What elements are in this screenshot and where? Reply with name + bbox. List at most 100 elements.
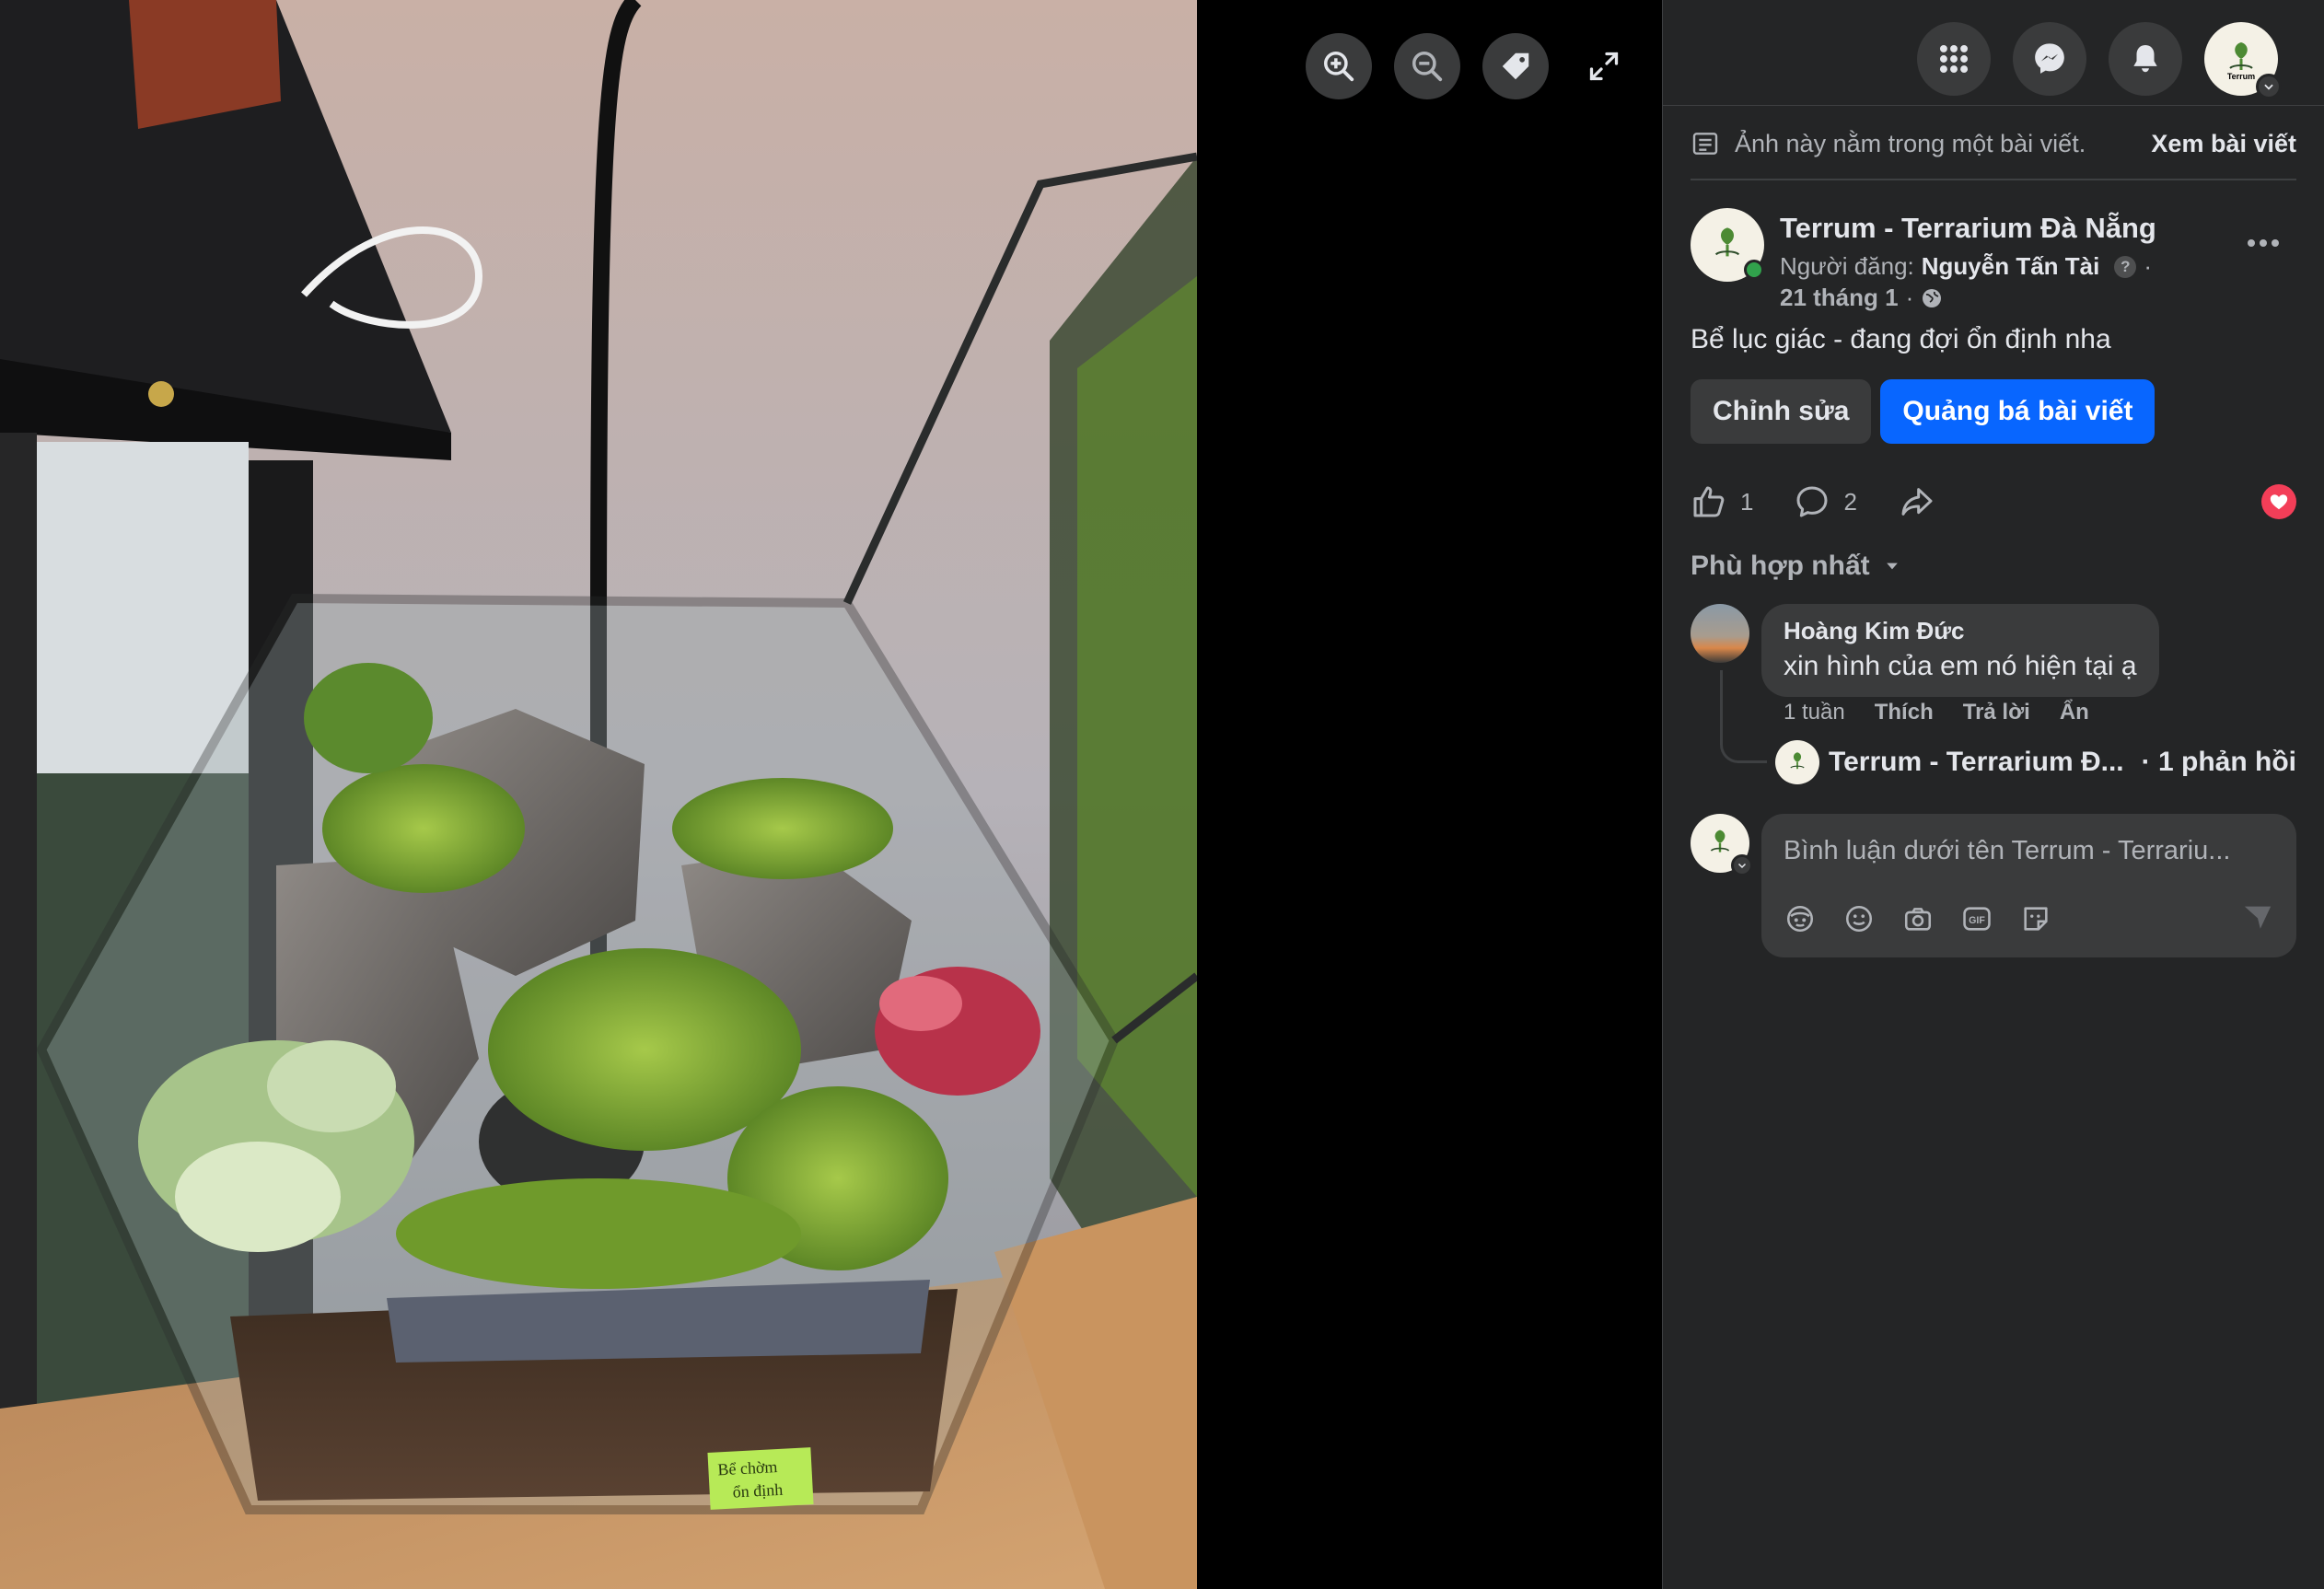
messenger-button[interactable] (2013, 22, 2086, 96)
comment-hide-action[interactable]: Ẩn (2060, 700, 2089, 725)
post-date[interactable]: 21 tháng 1 (1780, 284, 1899, 312)
svg-text:Bể chờm: Bể chờm (717, 1457, 778, 1479)
reply-thread-line (1720, 670, 1767, 763)
menu-grid-icon (1939, 44, 1969, 74)
composer-tools: GIF (1784, 902, 2052, 935)
post-header: Terrum - Terrarium Đà Nẵng Người đăng: N… (1691, 208, 2296, 312)
help-icon[interactable]: ? (2114, 255, 2137, 278)
post-notice: Ảnh này nằm trong một bài viết. Xem bài … (1691, 125, 2296, 162)
comment-count: 2 (1843, 487, 1857, 516)
comment-meta: 1 tuần Thích Trả lời Ẩn (1784, 700, 2089, 725)
comment-sort-dropdown[interactable]: Phù hợp nhất (1691, 551, 1901, 582)
reply-author-avatar (1775, 740, 1819, 784)
document-icon (1692, 133, 1718, 155)
camera-icon (1904, 908, 1932, 931)
poster-line: Người đăng: Nguyễn Tấn Tài ? · (1780, 252, 2152, 281)
post-actions: Chỉnh sửa Quảng bá bài viết (1691, 379, 2156, 444)
post-options-button[interactable] (2241, 221, 2285, 265)
view-post-link[interactable]: Xem bài viết (2151, 130, 2296, 158)
fullscreen-icon (1589, 52, 1619, 81)
boost-post-button[interactable]: Quảng bá bài viết (1880, 379, 2156, 444)
caret-down-icon (1886, 563, 1898, 570)
online-status-dot (1744, 260, 1764, 280)
thumbs-up-icon (1693, 486, 1725, 517)
poster-prefix: Người đăng: (1780, 252, 1914, 280)
chevron-down-icon (2264, 84, 2273, 90)
post-photo: Bể chờm ổn định (0, 0, 1197, 1589)
send-comment-button[interactable] (2239, 899, 2276, 935)
account-avatar[interactable]: Terrum (2204, 22, 2282, 99)
svg-text:ổn định: ổn định (732, 1480, 783, 1502)
photo-backdrop (1197, 0, 1662, 1589)
notifications-button[interactable] (2109, 22, 2182, 96)
emoji-icon (1845, 905, 1873, 933)
tag-icon (1502, 52, 1529, 80)
notice-text: Ảnh này nằm trong một bài viết. (1735, 129, 2086, 157)
reaction-bar: 1 2 (1691, 479, 2296, 525)
reply-count: · 1 phản hồi (2141, 747, 2296, 777)
top-navigation-icons: Terrum (1917, 22, 2282, 99)
zoom-in-button[interactable] (1306, 33, 1372, 99)
photo-upload-button[interactable] (1901, 902, 1935, 935)
fullscreen-button[interactable] (1571, 33, 1637, 99)
gif-icon: GIF (1963, 907, 1991, 931)
post-date-line: 21 tháng 1 · (1780, 284, 1943, 312)
poster-suffix: · (2144, 252, 2153, 280)
gif-button[interactable]: GIF (1960, 902, 1993, 935)
comment-composer: GIF (1691, 814, 2296, 961)
comment-time[interactable]: 1 tuần (1784, 700, 1845, 725)
share-button[interactable] (1898, 483, 1936, 520)
comment-input[interactable] (1761, 821, 2296, 880)
comment-like-action[interactable]: Thích (1875, 700, 1934, 725)
post-sidebar: Terrum Ảnh này nằm trong một bài viết. X… (1662, 0, 2324, 1589)
more-dots-icon (2248, 239, 2279, 247)
edit-post-button[interactable]: Chỉnh sửa (1691, 379, 1872, 444)
photo-viewer-toolbar (1306, 33, 1637, 99)
menu-button[interactable] (1917, 22, 1991, 96)
sticker-button[interactable] (2019, 902, 2052, 935)
date-separator: · (1905, 284, 1914, 311)
send-icon (2244, 906, 2272, 929)
zoom-in-icon (1324, 52, 1354, 82)
chevron-down-icon (1737, 863, 1747, 869)
emoji-button[interactable] (1842, 902, 1876, 935)
page-name[interactable]: Terrum - Terrarium Đà Nẵng (1780, 212, 2156, 245)
terrum-logo-icon (1790, 752, 1805, 770)
account-menu-caret[interactable] (2256, 74, 2282, 99)
composer-box: GIF (1761, 814, 2296, 957)
zoom-out-button[interactable] (1394, 33, 1460, 99)
tag-photo-button[interactable] (1482, 33, 1549, 99)
commenter-name[interactable]: Hoàng Kim Đức (1784, 617, 2137, 645)
love-reaction-badge[interactable] (2261, 484, 2296, 519)
sticker-icon (2024, 907, 2048, 931)
sort-label: Phù hợp nhất (1691, 551, 1870, 581)
comment-text: xin hình của em nó hiện tại ạ (1784, 651, 2137, 681)
avatar-sticker-button[interactable] (1784, 902, 1817, 935)
composer-identity-caret[interactable] (1731, 854, 1753, 876)
svg-text:GIF: GIF (1969, 915, 1985, 926)
comment-bubble: Hoàng Kim Đức xin hình của em nó hiện tạ… (1761, 604, 2159, 697)
share-arrow-icon (1901, 488, 1933, 516)
like-button[interactable]: 1 (1691, 483, 1753, 520)
bell-icon (2133, 44, 2157, 73)
messenger-icon (2035, 43, 2064, 74)
photo-note-label: Bể chờm ổn định (707, 1447, 814, 1510)
avatar-sticker-icon (1786, 905, 1814, 933)
globe-icon (1923, 288, 1942, 307)
post-caption: Bể lục giác - đang đợi ổn định nha (1691, 324, 2111, 354)
zoom-out-icon (1412, 52, 1443, 82)
comment-button[interactable]: 2 (1794, 483, 1857, 520)
comment-item: Hoàng Kim Đức xin hình của em nó hiện tạ… (1691, 604, 2296, 788)
heart-icon (2270, 494, 2288, 510)
terrarium-photo: Bể chờm ổn định (0, 0, 1197, 1589)
poster-name[interactable]: Nguyễn Tấn Tài (1922, 252, 2100, 281)
svg-text:Terrum: Terrum (2227, 72, 2255, 81)
notice-divider (1691, 179, 2296, 180)
comment-bubble-icon (1796, 486, 1828, 517)
view-replies-link[interactable]: Terrum - Terrarium Đ... · 1 phản hồi (1775, 740, 2296, 784)
reply-author-name: Terrum - Terrarium Đ... (1829, 747, 2124, 777)
commenter-avatar[interactable] (1691, 604, 1749, 663)
like-count: 1 (1740, 487, 1754, 516)
topbar-divider (1663, 105, 2324, 106)
comment-reply-action[interactable]: Trả lời (1963, 700, 2030, 725)
